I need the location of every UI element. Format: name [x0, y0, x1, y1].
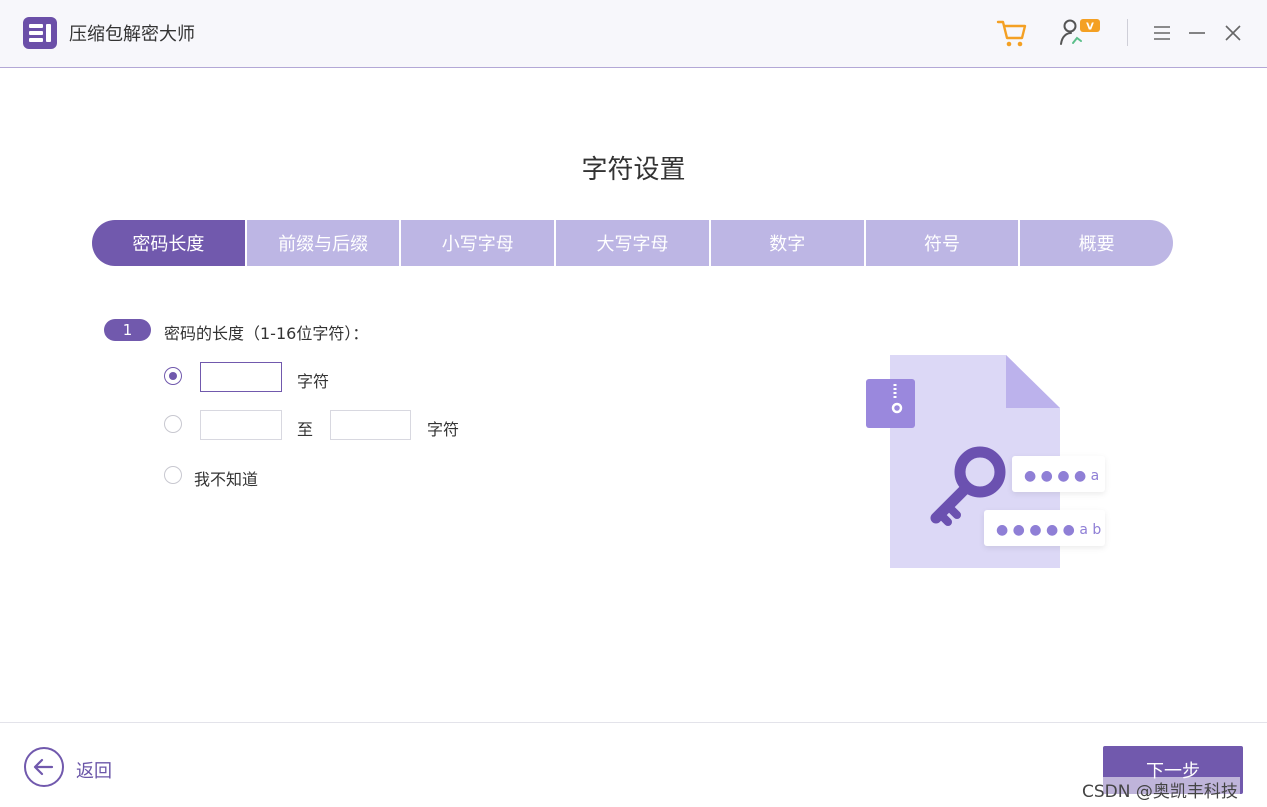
unknown-length-label[interactable]: 我不知道 — [194, 466, 258, 490]
cart-icon[interactable] — [996, 17, 1028, 49]
close-icon[interactable] — [1224, 24, 1242, 42]
menu-icon[interactable] — [1153, 25, 1171, 41]
step-number-badge: 1 — [104, 319, 151, 341]
tab-summary[interactable]: 概要 — [1020, 220, 1173, 266]
step-label: 密码的长度（1-16位字符）： — [164, 324, 369, 343]
zip-password-illustration: ● ● ● ● a ● ● ● ● ● a b — [866, 355, 1105, 568]
titlebar-divider — [1127, 19, 1128, 46]
app-title: 压缩包解密大师 — [69, 24, 195, 45]
tab-prefix-suffix[interactable]: 前缀与后缀 — [246, 220, 402, 266]
tab-symbols[interactable]: 符号 — [865, 220, 1021, 266]
fixed-length-input[interactable] — [200, 362, 282, 392]
app-logo-icon — [23, 17, 57, 49]
fixed-length-radio[interactable] — [164, 367, 182, 385]
title-bar: 压缩包解密大师 V — [0, 0, 1267, 68]
tab-lowercase[interactable]: 小写字母 — [401, 220, 557, 266]
range-length-radio[interactable] — [164, 415, 182, 433]
range-unit: 字符 — [427, 420, 460, 439]
zip-icon — [866, 379, 915, 428]
minimize-icon[interactable] — [1188, 25, 1206, 41]
tab-uppercase[interactable]: 大写字母 — [556, 220, 711, 266]
range-from-input[interactable] — [200, 410, 282, 440]
page-title: 字符设置 — [581, 155, 686, 185]
back-button[interactable]: 返回 — [76, 757, 112, 783]
range-to-label: 至 — [297, 420, 314, 439]
unknown-length-radio[interactable] — [164, 466, 182, 484]
back-arrow-icon[interactable] — [24, 747, 64, 787]
tab-password-length[interactable]: 密码长度 — [92, 220, 247, 266]
fixed-length-unit: 字符 — [297, 372, 330, 391]
tab-digits[interactable]: 数字 — [710, 220, 866, 266]
user-vip-icon[interactable]: V — [1058, 16, 1104, 50]
settings-tabs: 密码长度 前缀与后缀 小写字母 大写字母 数字 符号 概要 — [92, 220, 1173, 266]
range-to-input[interactable] — [330, 410, 411, 440]
password-sample-1: ● ● ● ● a — [1024, 468, 1099, 484]
footer-divider — [0, 722, 1267, 723]
svg-text:V: V — [1086, 22, 1094, 33]
watermark: CSDN @奥凯丰科技 — [1080, 777, 1240, 802]
password-sample-2: ● ● ● ● ● a b — [996, 522, 1101, 538]
